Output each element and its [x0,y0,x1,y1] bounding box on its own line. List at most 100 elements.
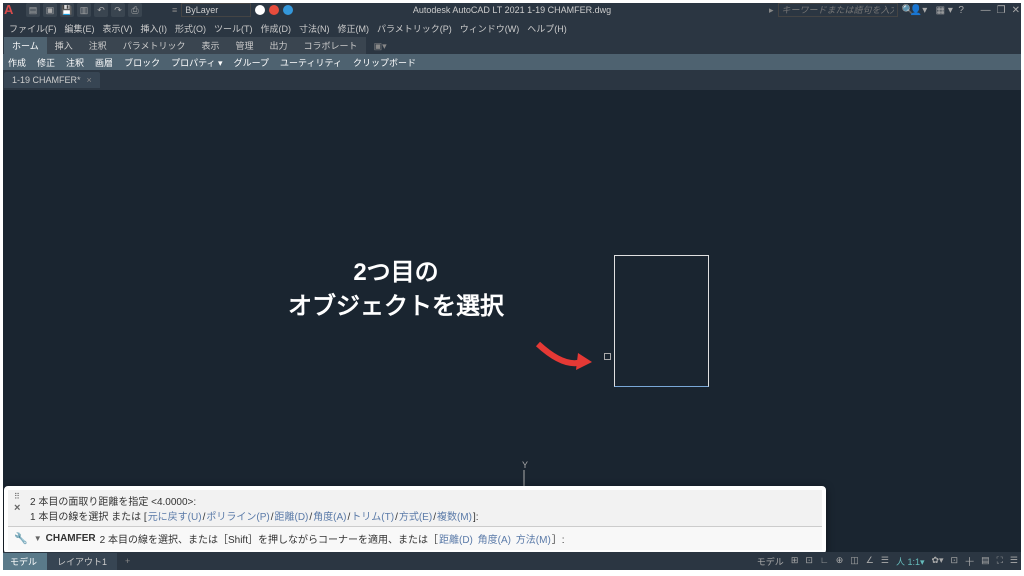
tab-manage[interactable]: 管理 [228,37,262,54]
command-window[interactable]: ⠿ × 2 本目の面取り距離を指定 <4.0000>: 1 本目の線を選択 また… [4,486,826,554]
menu-modify[interactable]: 修正(M) [335,22,373,35]
cmd-history-line1: 2 本目の面取り距離を指定 <4.0000>: [30,493,816,508]
menu-tools[interactable]: ツール(T) [211,22,256,35]
panel-utilities[interactable]: ユーティリティ [276,56,346,69]
doc-tab-label: 1-19 CHAMFER* [12,75,81,85]
workspace-icon[interactable]: ✿▾ [929,555,945,568]
status-bar: モデル レイアウト1 + モデル ⊞ ⊡ ∟ ⊕ ◫ ∠ ☰ 人 1:1▾ ✿▾… [0,552,1024,570]
tutorial-annotation: 2つ目の オブジェクトを選択 [288,256,504,323]
save-icon[interactable]: 💾 [60,3,74,17]
otrack-icon[interactable]: ∠ [864,555,876,568]
document-tabs: 1-19 CHAMFER* × [0,70,1024,90]
menu-insert[interactable]: 挿入(I) [138,22,171,35]
tab-annotate[interactable]: 注釈 [81,37,115,54]
menu-icon[interactable]: ☰ [1008,555,1020,568]
menu-dimension[interactable]: 寸法(N) [296,22,333,35]
command-line[interactable]: 🔧 ▼ CHAMFER 2 本目の線を選択、または［Shift］を押しながらコー… [8,527,822,550]
ucs-y-label: Y [522,460,528,470]
color-blue-icon[interactable] [283,5,293,15]
drawing-canvas[interactable]: 2つ目の オブジェクトを選択 Y X [0,90,1024,540]
tab-home[interactable]: ホーム [4,37,47,54]
customize-icon[interactable]: ▤ [979,555,992,568]
layer-input[interactable] [181,3,251,17]
close-button[interactable]: ✕ [1012,5,1020,16]
tab-parametric[interactable]: パラメトリック [115,37,194,54]
arrow-icon [534,338,596,376]
command-name: CHAMFER [46,533,96,544]
menu-file[interactable]: ファイル(F) [6,22,60,35]
units-icon[interactable]: 十 [963,555,976,568]
title-bar: A ▤ ▣ 💾 ▥ ↶ ↷ ⎙ ≡ Autodesk AutoCAD LT 20… [0,0,1024,20]
cursor-pickbox-icon [604,353,611,360]
menu-view[interactable]: 表示(V) [100,22,136,35]
tab-expand-icon[interactable]: ▣▾ [366,39,395,54]
quick-access-toolbar: ▤ ▣ 💾 ▥ ↶ ↷ ⎙ [26,3,142,17]
color-white-icon[interactable] [255,5,265,15]
menu-window[interactable]: ウィンドウ(W) [457,22,523,35]
polar-icon[interactable]: ⊕ [834,555,846,568]
search-input[interactable] [778,3,898,17]
status-model-label[interactable]: モデル [755,555,786,568]
menu-help[interactable]: ヘルプ(H) [524,22,570,35]
menu-format[interactable]: 形式(O) [172,22,209,35]
panel-block[interactable]: ブロック [120,56,164,69]
lineweight-icon[interactable]: ☰ [879,555,891,568]
layout-add-button[interactable]: + [117,554,138,568]
plot-icon[interactable]: ⎙ [128,3,142,17]
doc-tab-chamfer[interactable]: 1-19 CHAMFER* × [4,72,100,88]
ribbon-panel-row: 作成 修正 注釈 画層 ブロック プロパティ ▾ グループ ユーティリティ クリ… [0,54,1024,70]
window-controls: — ❐ ✕ [981,5,1020,16]
grid-icon[interactable]: ⊞ [789,555,801,568]
cmdwin-close-icon[interactable]: × [14,502,28,514]
command-prompt: 2 本目の線を選択、または［Shift］を押しながらコーナーを適用、または［距離… [100,531,565,546]
new-icon[interactable]: ▤ [26,3,40,17]
menu-edit[interactable]: 編集(E) [62,22,98,35]
annotation-line1: 2つ目の [288,256,504,290]
panel-clipboard[interactable]: クリップボード [349,56,420,69]
status-toggles: モデル ⊞ ⊡ ∟ ⊕ ◫ ∠ ☰ 人 1:1▾ ✿▾ ⊡ 十 ▤ ⛶ ☰ [755,555,1020,568]
saveas-icon[interactable]: ▥ [77,3,91,17]
tab-collaborate[interactable]: コラボレート [296,37,366,54]
menu-draw[interactable]: 作成(D) [258,22,295,35]
keyword-arrow-icon: ▸ [769,5,774,16]
menu-bar: ファイル(F) 編集(E) 表示(V) 挿入(I) 形式(O) ツール(T) 作… [0,20,1024,36]
maximize-button[interactable]: ❐ [997,5,1006,16]
layer-control: ≡ [172,3,293,17]
anno-monitor-icon[interactable]: ⊡ [949,555,961,568]
layout-tab-layout1[interactable]: レイアウト1 [47,553,117,570]
osnap-icon[interactable]: ◫ [848,555,861,568]
menu-parametric[interactable]: パラメトリック(P) [374,22,455,35]
grip-icon[interactable]: ⠿ [14,493,28,502]
panel-draw[interactable]: 作成 [4,56,30,69]
panel-annotate[interactable]: 注釈 [62,56,88,69]
ribbon-tabs: ホーム 挿入 注釈 パラメトリック 表示 管理 出力 コラボレート ▣▾ [0,36,1024,54]
help-search: ▸ 🔍 [769,3,914,17]
window-title: Autodesk AutoCAD LT 2021 1-19 CHAMFER.dw… [413,5,611,15]
redo-icon[interactable]: ↷ [111,3,125,17]
tab-view[interactable]: 表示 [194,37,228,54]
anno-scale-icon[interactable]: 人 1:1▾ [894,555,927,568]
command-history: ⠿ × 2 本目の面取り距離を指定 <4.0000>: 1 本目の線を選択 また… [8,490,822,527]
panel-layers[interactable]: 画層 [91,56,117,69]
layout-tab-model[interactable]: モデル [0,553,47,570]
minimize-button[interactable]: — [981,5,991,16]
tab-output[interactable]: 出力 [262,37,296,54]
chevron-down-icon[interactable]: ▼ [34,534,42,543]
open-icon[interactable]: ▣ [43,3,57,17]
drawing-rectangle[interactable] [614,255,709,387]
color-red-icon[interactable] [269,5,279,15]
user-menu[interactable]: 👤▾ ▦ ▾ ? [910,5,964,16]
annotation-line2: オブジェクトを選択 [288,290,504,324]
tab-insert[interactable]: 挿入 [47,37,81,54]
ortho-icon[interactable]: ∟ [818,555,831,568]
fullscreen-icon[interactable]: ⛶ [995,555,1005,568]
panel-modify[interactable]: 修正 [33,56,59,69]
snap-icon[interactable]: ⊡ [803,555,815,568]
doc-tab-close-icon[interactable]: × [87,75,92,85]
wrench-icon[interactable]: 🔧 [14,532,28,545]
panel-group[interactable]: グループ [230,56,273,69]
cmd-history-line2: 1 本目の線を選択 または [元に戻す(U)/ポリライン(P)/距離(D)/角度… [30,508,816,523]
undo-icon[interactable]: ↶ [94,3,108,17]
app-icon[interactable]: A [4,2,20,18]
panel-properties[interactable]: プロパティ ▾ [167,56,226,69]
